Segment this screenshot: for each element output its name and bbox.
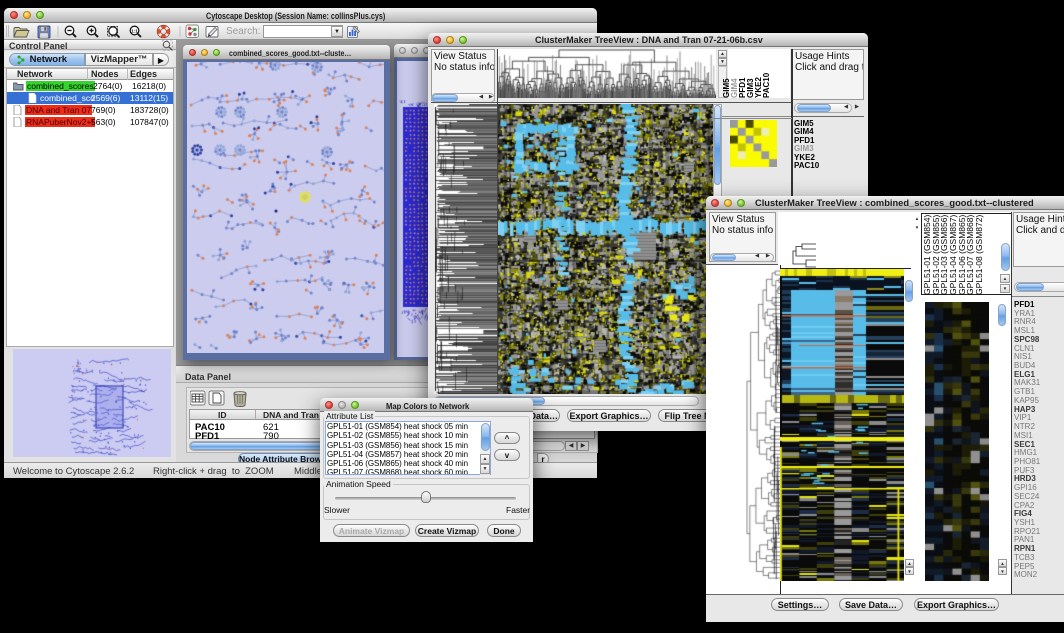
svg-text:1:1: 1:1 — [131, 29, 138, 34]
